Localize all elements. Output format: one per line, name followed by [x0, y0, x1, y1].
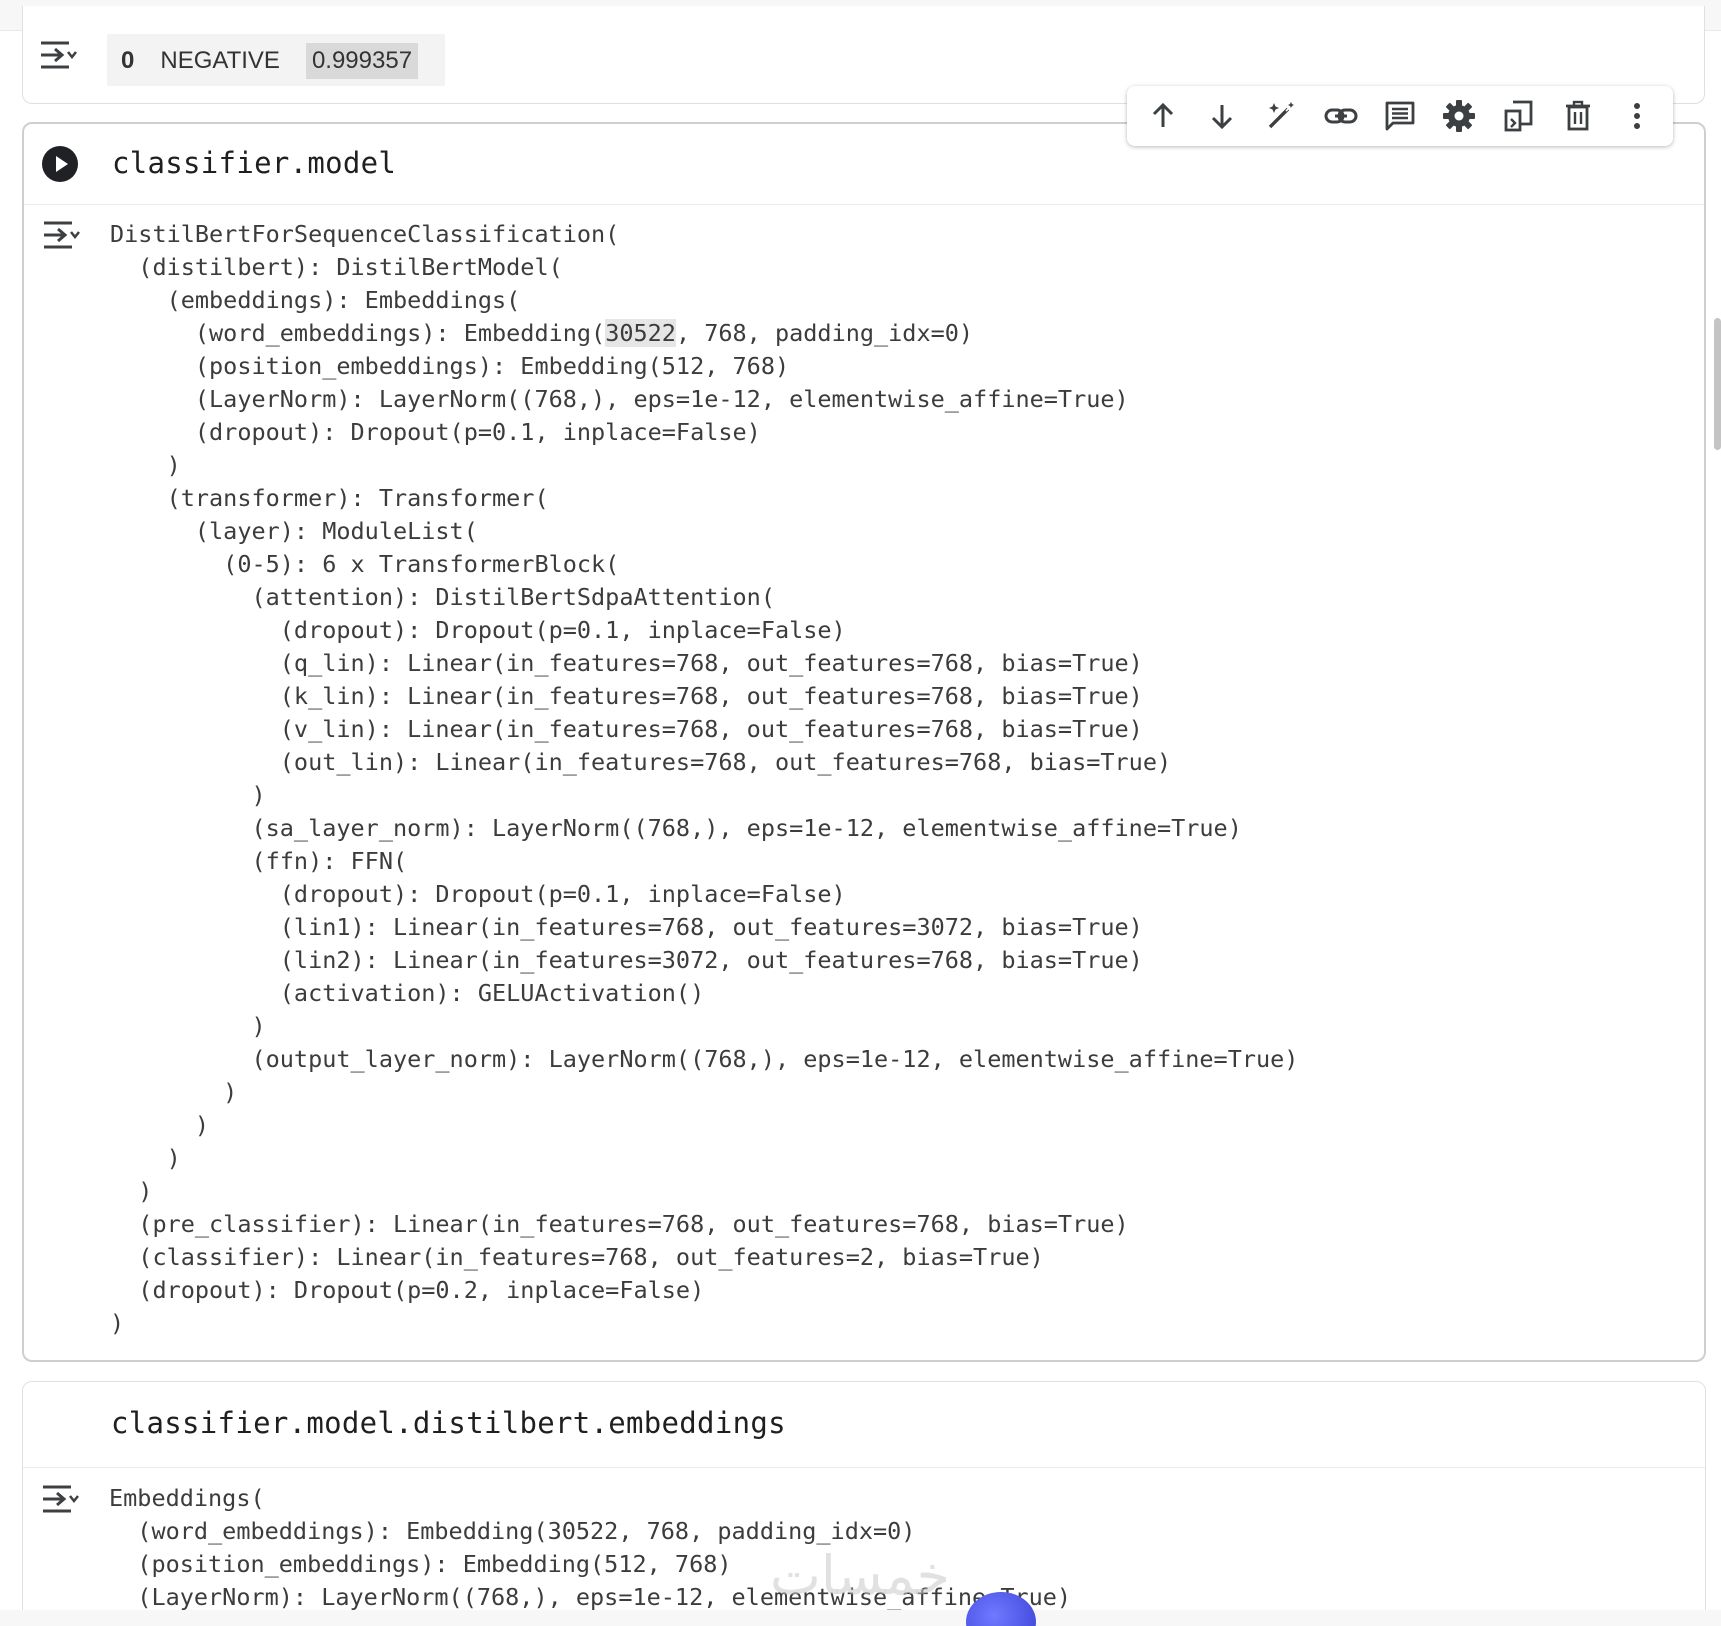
output-actions-icon[interactable] [41, 1482, 79, 1516]
output-line: (v_lin): Linear(in_features=768, out_fea… [110, 715, 1143, 743]
link-icon [1324, 108, 1358, 124]
output-line: (activation): GELUActivation() [110, 979, 705, 1007]
magic-wand-icon [1269, 102, 1295, 129]
output-line: (layer): ModuleList( [110, 517, 478, 545]
output-line: (q_lin): Linear(in_features=768, out_fea… [110, 649, 1143, 677]
comment-icon [1385, 101, 1415, 131]
output-line: (attention): DistilBertSdpaAttention( [110, 583, 775, 611]
output-line: (LayerNorm): LayerNorm((768,), eps=1e-12… [110, 385, 1129, 413]
notebook-page: 0 NEGATIVE 0.999357 classifier.model Dis… [0, 0, 1721, 1626]
ai-edit-button[interactable] [1259, 94, 1303, 138]
vertical-scrollbar[interactable] [1714, 318, 1721, 450]
output-line: ) [110, 451, 181, 479]
output-line: (sa_layer_norm): LayerNorm((768,), eps=1… [110, 814, 1242, 842]
cell-toolbar [1127, 86, 1673, 146]
output-line: Embeddings( [109, 1484, 265, 1512]
output-line: (k_lin): Linear(in_features=768, out_fea… [110, 682, 1143, 710]
code-cell-embeddings[interactable]: classifier.model.distilbert.embeddings E… [22, 1381, 1706, 1626]
dataframe-row: 0 NEGATIVE 0.999357 [109, 38, 419, 84]
output-line: (dropout): Dropout(p=0.2, inplace=False) [110, 1276, 705, 1304]
output-line: (dropout): Dropout(p=0.1, inplace=False) [110, 880, 846, 908]
output-line: (0-5): 6 x TransformerBlock( [110, 550, 620, 578]
score-cell: 0.999357 [305, 43, 419, 79]
cell-output-text: Embeddings( (word_embeddings): Embedding… [109, 1482, 1071, 1614]
more-actions-button[interactable] [1615, 94, 1659, 138]
output-line: (lin1): Linear(in_features=768, out_feat… [110, 913, 1143, 941]
more-vert-icon [1634, 103, 1641, 129]
move-cell-down-button[interactable] [1200, 94, 1244, 138]
output-line: DistilBertForSequenceClassification( [110, 220, 620, 248]
add-comment-button[interactable] [1378, 94, 1422, 138]
output-line: (pre_classifier): Linear(in_features=768… [110, 1210, 1129, 1238]
text-selection: 30522 [605, 319, 676, 347]
output-line: (lin2): Linear(in_features=3072, out_fea… [110, 946, 1143, 974]
output-line: (output_layer_norm): LayerNorm((768,), e… [110, 1045, 1299, 1073]
output-line: ) [110, 1078, 238, 1106]
cell-output-text: DistilBertForSequenceClassification( (di… [110, 218, 1298, 1340]
output-line: (position_embeddings): Embedding(512, 76… [110, 352, 790, 380]
cell-settings-button[interactable] [1437, 94, 1481, 138]
arrow-down-icon [1211, 105, 1233, 130]
output-actions-icon[interactable] [39, 38, 77, 72]
bottom-bar [0, 1610, 1721, 1626]
output-line: (classifier): Linear(in_features=768, ou… [110, 1243, 1044, 1271]
output-line: (position_embeddings): Embedding(512, 76… [109, 1550, 732, 1578]
arrow-up-icon [1152, 102, 1173, 127]
label-cell: NEGATIVE [160, 47, 280, 74]
output-line: (dropout): Dropout(p=0.1, inplace=False) [110, 418, 761, 446]
delete-cell-button[interactable] [1556, 94, 1600, 138]
mirror-cell-icon [1504, 100, 1533, 132]
copy-link-button[interactable] [1319, 94, 1363, 138]
run-cell-button[interactable] [42, 146, 78, 182]
trash-icon [1565, 100, 1590, 131]
move-cell-up-button[interactable] [1141, 94, 1185, 138]
output-line: (dropout): Dropout(p=0.1, inplace=False) [110, 616, 846, 644]
output-line: (word_embeddings): Embedding(30522, 768,… [110, 319, 974, 347]
output-line: ) [110, 1144, 181, 1172]
output-line: (distilbert): DistilBertModel( [110, 253, 563, 281]
code-input[interactable]: classifier.model.distilbert.embeddings [111, 1406, 786, 1440]
output-line: ) [110, 1309, 125, 1337]
code-input[interactable]: classifier.model [112, 146, 396, 180]
row-index: 0 [121, 47, 135, 74]
code-editor[interactable]: classifier.model.distilbert.embeddings [23, 1382, 1705, 1468]
output-line: (ffn): FFN( [110, 847, 408, 875]
output-line: ) [110, 1012, 266, 1040]
gear-icon [1443, 100, 1476, 132]
output-line: (word_embeddings): Embedding(30522, 768,… [109, 1517, 916, 1545]
output-line: (out_lin): Linear(in_features=768, out_f… [110, 748, 1172, 776]
output-actions-icon[interactable] [42, 218, 80, 252]
code-cell-model[interactable]: classifier.model DistilBertForSequenceCl… [22, 122, 1706, 1362]
output-line: (transformer): Transformer( [110, 484, 549, 512]
output-line: ) [110, 1177, 153, 1205]
output-line: (embeddings): Embeddings( [110, 286, 521, 314]
output-line: ) [110, 1111, 210, 1139]
output-line: ) [110, 781, 266, 809]
mirror-cell-button[interactable] [1497, 94, 1541, 138]
